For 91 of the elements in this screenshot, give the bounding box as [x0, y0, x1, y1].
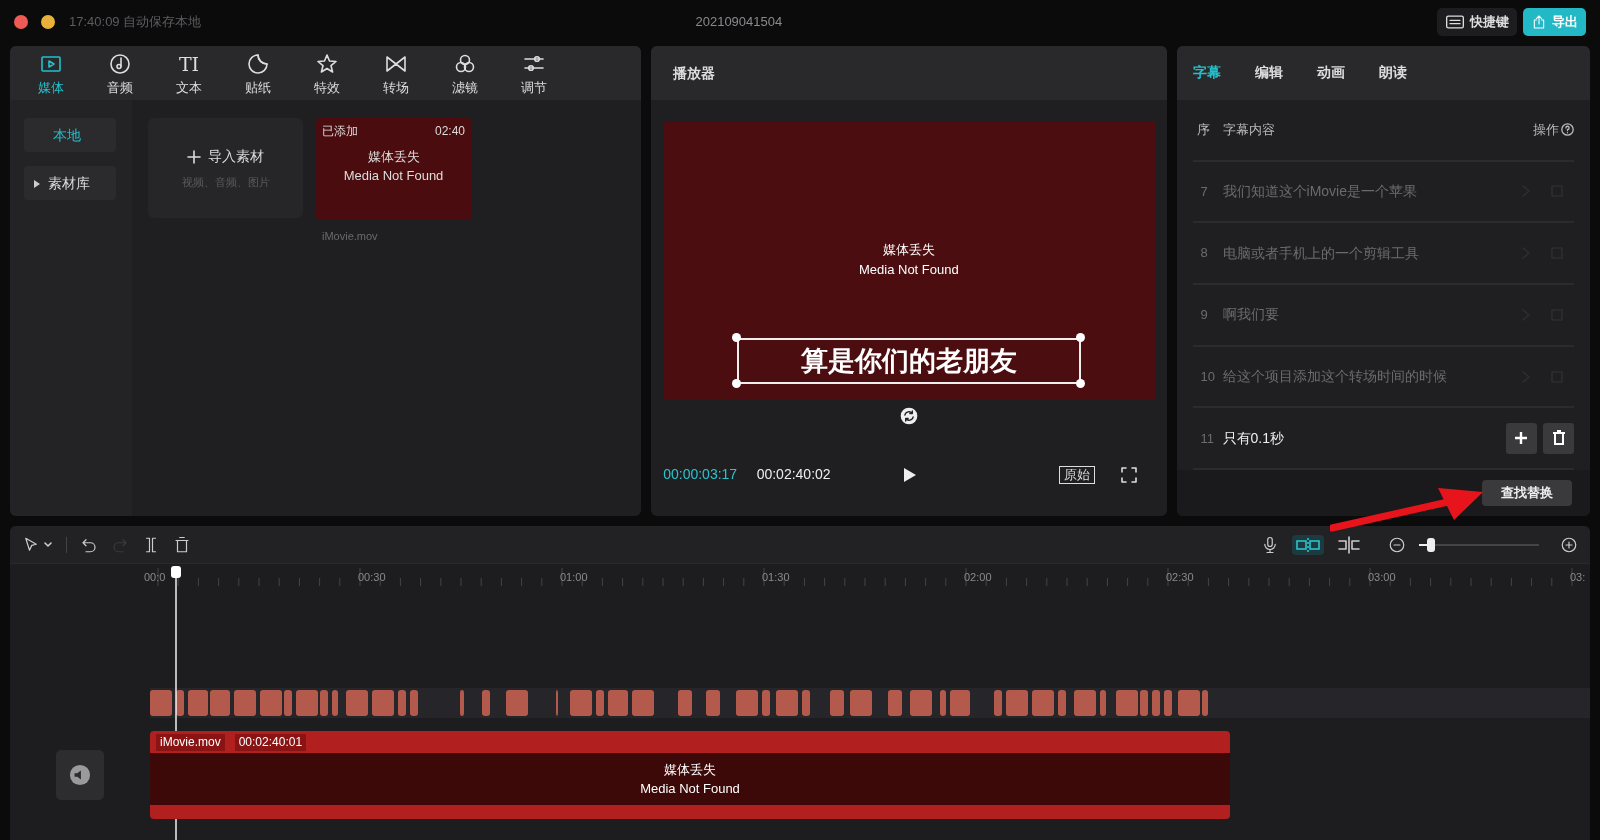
- fullscreen-icon[interactable]: [1120, 466, 1137, 483]
- expand-caret-icon: [34, 179, 40, 188]
- resize-handle[interactable]: [1076, 379, 1086, 388]
- rotate-icon[interactable]: [898, 406, 919, 426]
- subtitle-tab[interactable]: 编辑: [1254, 62, 1283, 84]
- video-clip[interactable]: iMovie.mov 00:02:40:01 媒体丢失 Media Not Found: [150, 731, 1230, 819]
- column-header: 操作: [1533, 120, 1559, 139]
- pointer-icon[interactable]: [22, 535, 40, 554]
- subtitle-text: 只有0.1秒: [1222, 428, 1285, 448]
- media-missing-label: 媒体丢失: [881, 241, 936, 259]
- sidebar-item[interactable]: 素材库: [24, 166, 116, 200]
- caption-box[interactable]: 算是你们的老朋友: [737, 338, 1082, 384]
- subtitle-text: 电脑或者手机上的一个剪辑工具: [1222, 243, 1420, 263]
- clip-name: iMovie.mov: [156, 733, 225, 751]
- subtitle-text: 给这个项目添加这个转场时间的时候: [1222, 367, 1448, 387]
- resize-handle[interactable]: [732, 379, 742, 388]
- time-label: 01:00: [560, 570, 588, 585]
- trash-icon[interactable]: [173, 535, 192, 554]
- plus-icon: [1514, 431, 1528, 446]
- row-number: 11: [1199, 429, 1216, 448]
- time-label: 03:00: [1368, 570, 1396, 585]
- sidebar-item[interactable]: 本地: [24, 118, 116, 152]
- media-tab[interactable]: 特效: [292, 46, 362, 100]
- media-tab[interactable]: 贴纸: [223, 46, 293, 100]
- snap-toggle[interactable]: [1292, 534, 1324, 555]
- time-label: 00:0: [144, 570, 166, 585]
- plus-icon: [187, 149, 202, 164]
- text-glyph-icon: TI: [178, 52, 200, 76]
- panel-title: 播放器: [651, 46, 1167, 100]
- row-number: 10: [1199, 367, 1216, 386]
- microphone-icon[interactable]: [1261, 534, 1279, 555]
- add-subtitle-button[interactable]: [1505, 422, 1537, 454]
- share-icon: [1531, 14, 1547, 30]
- music-note-icon: [108, 52, 132, 76]
- added-label: 已添加: [322, 123, 358, 140]
- clip-filename: iMovie.mov: [321, 229, 379, 244]
- column-header: 序: [1195, 120, 1211, 139]
- caption-text: 算是你们的老朋友: [801, 345, 1018, 378]
- delete-subtitle-button[interactable]: [1543, 422, 1574, 454]
- subtitle-tab[interactable]: 动画: [1316, 62, 1345, 84]
- trash-icon: [1550, 430, 1567, 447]
- time-label: 01:30: [762, 570, 790, 585]
- import-label: 导入素材: [207, 147, 264, 166]
- subtitle-tab[interactable]: 朗读: [1378, 62, 1407, 84]
- current-time: 00:00:03:17: [663, 465, 738, 484]
- autosave-status: 17:40:09 自动保存本地: [69, 13, 202, 32]
- media-missing-label: 媒体丢失: [366, 147, 421, 166]
- time-label: 03:: [1570, 570, 1586, 585]
- zoom-out-icon[interactable]: [1388, 535, 1406, 554]
- media-tab[interactable]: 媒体: [16, 46, 86, 100]
- help-icon[interactable]: [1561, 123, 1574, 137]
- total-time: 00:02:40:02: [756, 465, 831, 484]
- row-number: 9: [1199, 306, 1209, 325]
- sparkle-star-icon: [315, 52, 339, 76]
- sticker-icon: [246, 52, 270, 76]
- time-label: 02:00: [964, 570, 992, 585]
- media-missing-label: 媒体丢失: [663, 760, 717, 779]
- find-replace-button[interactable]: 查找替换: [1482, 480, 1572, 507]
- keyboard-icon: [1444, 14, 1465, 30]
- media-missing-label: Media Not Found: [639, 780, 741, 798]
- column-header: 字幕内容: [1222, 120, 1276, 139]
- media-tab[interactable]: 转场: [361, 46, 431, 100]
- media-tab[interactable]: TI 文本: [154, 46, 224, 100]
- time-label: 00:30: [358, 570, 386, 585]
- media-thumbnail[interactable]: 已添加 02:40 媒体丢失 Media Not Found: [316, 118, 471, 220]
- split-align-icon[interactable]: [1337, 535, 1361, 554]
- subtitle-tab[interactable]: 字幕: [1192, 62, 1221, 84]
- row-number: 7: [1199, 182, 1209, 201]
- project-title: 202109041504: [695, 13, 783, 32]
- time-label: 02:30: [1166, 570, 1194, 585]
- subtitle-text: 啊我们要: [1222, 305, 1280, 325]
- shortcuts-button[interactable]: 快捷键: [1436, 8, 1517, 36]
- mute-button[interactable]: [56, 750, 104, 800]
- resize-handle[interactable]: [1076, 333, 1086, 342]
- clip-duration: 02:40: [434, 123, 465, 140]
- speaker-icon: [69, 764, 91, 786]
- minimize-window-button[interactable]: [41, 15, 55, 29]
- zoom-slider[interactable]: [1419, 538, 1539, 551]
- clip-duration: 00:02:40:01: [234, 733, 307, 751]
- caret-icon[interactable]: [43, 539, 54, 550]
- media-tab[interactable]: 调节: [499, 46, 569, 100]
- subtitle-text: 我们知道这个iMovie是一个苹果: [1222, 181, 1418, 201]
- row-number: 8: [1199, 244, 1209, 263]
- media-missing-label: Media Not Found: [858, 260, 960, 279]
- resize-handle[interactable]: [732, 333, 742, 342]
- media-missing-label: Media Not Found: [342, 167, 445, 185]
- ratio-button[interactable]: 原始: [1058, 465, 1095, 484]
- close-window-button[interactable]: [14, 15, 28, 29]
- media-tab[interactable]: 滤镜: [430, 46, 500, 100]
- zoom-in-icon[interactable]: [1560, 535, 1578, 554]
- media-tab[interactable]: 音频: [85, 46, 155, 100]
